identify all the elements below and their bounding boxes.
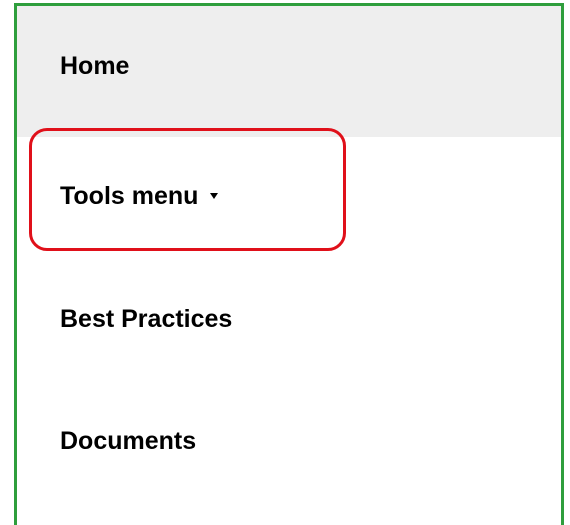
nav-item-documents-label: Documents [60,426,197,455]
nav-item-best-practices-label: Best Practices [60,304,233,333]
nav-item-home[interactable]: Home [17,6,561,137]
nav-item-home-label: Home [60,52,130,80]
nav-item-tools-menu-label: Tools menu [60,181,199,210]
screenshot-frame: Home Tools menu Best Practices Documents [14,3,564,525]
nav-item-documents[interactable]: Documents [17,379,561,501]
dropdown-caret-icon[interactable] [210,193,219,199]
nav-item-best-practices[interactable]: Best Practices [17,257,561,379]
nav-item-tools-menu[interactable]: Tools menu [17,137,561,257]
